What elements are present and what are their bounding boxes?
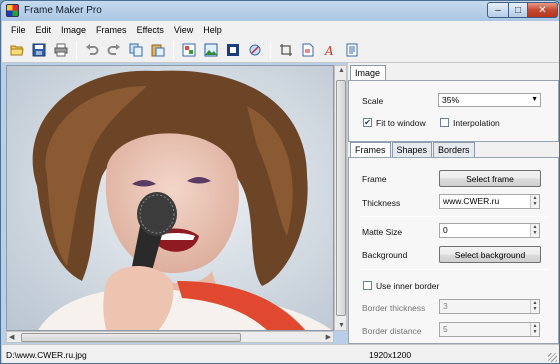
border-distance-spinner[interactable]: 5 ▲ ▼	[439, 322, 540, 337]
menu-help[interactable]: Help	[198, 25, 227, 35]
settings-panel: Image Scale 35% ▼ ✔ Fit to window Interp…	[348, 63, 559, 344]
scroll-up-icon[interactable]: ▲	[338, 67, 345, 74]
fit-to-window-checkbox[interactable]: ✔	[363, 118, 372, 127]
menu-edit[interactable]: Edit	[31, 25, 57, 35]
maximize-button[interactable]: □	[508, 2, 528, 18]
toolbar-separator	[270, 41, 271, 59]
image-canvas[interactable]	[6, 65, 334, 331]
thickness-value: www.CWER.ru	[443, 196, 500, 206]
menu-image[interactable]: Image	[56, 25, 91, 35]
window-title: Frame Maker Pro	[24, 5, 102, 16]
background-label: Background	[362, 250, 408, 260]
scroll-right-icon[interactable]: ▶	[326, 333, 331, 341]
horizontal-scroll-thumb[interactable]	[21, 333, 241, 342]
frame-icon[interactable]	[222, 40, 244, 60]
print-icon[interactable]	[50, 40, 72, 60]
scale-value: 35%	[442, 95, 460, 105]
select-frame-button[interactable]: Select frame	[439, 170, 541, 187]
image-settings: Scale 35% ▼ ✔ Fit to window Interpolatio…	[348, 80, 559, 142]
paste-icon[interactable]	[147, 40, 169, 60]
frames-tabbar: Frames Shapes Borders	[350, 142, 476, 159]
frame-label: Frame	[362, 174, 387, 184]
redo-icon[interactable]	[103, 40, 125, 60]
save-icon[interactable]	[28, 40, 50, 60]
crop-icon[interactable]	[275, 40, 297, 60]
tab-shapes[interactable]: Shapes	[391, 142, 433, 158]
svg-text:A: A	[324, 44, 334, 57]
border-thickness-label: Border thickness	[362, 303, 426, 313]
spinner-arrows-icon[interactable]: ▲ ▼	[530, 300, 539, 313]
matte-size-value: 0	[443, 225, 448, 235]
border-distance-value: 5	[443, 324, 448, 334]
app-window: Frame Maker Pro – □ ✕ File Edit Image Fr…	[0, 0, 560, 364]
picture-icon[interactable]	[200, 40, 222, 60]
menu-file[interactable]: File	[6, 25, 31, 35]
use-inner-border-label: Use inner border	[376, 281, 440, 291]
toolbar: A	[2, 38, 559, 63]
undo-icon[interactable]	[81, 40, 103, 60]
vertical-scrollbar[interactable]: ▲ ▼	[334, 65, 347, 331]
menu-view[interactable]: View	[169, 25, 198, 35]
text-icon[interactable]: A	[319, 40, 341, 60]
thickness-spinner[interactable]: www.CWER.ru ▲ ▼	[439, 194, 540, 209]
toolbar-separator	[173, 41, 174, 59]
border-thickness-value: 3	[443, 301, 448, 311]
shape-icon[interactable]	[244, 40, 266, 60]
spinner-arrows-icon[interactable]: ▲ ▼	[530, 224, 539, 237]
minimize-button[interactable]: –	[487, 2, 509, 18]
use-inner-border-checkbox[interactable]	[363, 281, 372, 290]
toolbar-separator	[76, 41, 77, 59]
scale-label: Scale	[362, 96, 384, 106]
status-file-path: D:\www.CWER.ru.jpg	[6, 350, 87, 360]
divider	[359, 216, 549, 217]
menu-effects[interactable]: Effects	[132, 25, 169, 35]
page-icon[interactable]	[341, 40, 363, 60]
image-icon[interactable]	[178, 40, 200, 60]
title-bar[interactable]: Frame Maker Pro – □ ✕	[1, 1, 559, 21]
divider	[359, 269, 549, 270]
matte-size-spinner[interactable]: 0 ▲ ▼	[439, 223, 540, 238]
scale-select[interactable]: 35% ▼	[438, 93, 541, 107]
menu-frames[interactable]: Frames	[91, 25, 132, 35]
chevron-down-icon: ▼	[531, 96, 538, 103]
open-icon[interactable]	[6, 40, 28, 60]
scroll-left-icon[interactable]: ◀	[9, 333, 14, 341]
fit-to-window-label: Fit to window	[376, 118, 426, 128]
copy-icon[interactable]	[125, 40, 147, 60]
horizontal-scrollbar[interactable]: ◀ ▶	[6, 331, 334, 343]
frames-settings: Frame Select frame Thickness www.CWER.ru…	[348, 157, 559, 344]
select-background-button[interactable]: Select background	[439, 246, 541, 263]
thickness-label: Thickness	[362, 198, 401, 208]
border-thickness-spinner[interactable]: 3 ▲ ▼	[439, 299, 540, 314]
vertical-scroll-thumb[interactable]	[336, 80, 346, 316]
tab-borders[interactable]: Borders	[433, 142, 475, 158]
app-logo-icon	[6, 4, 19, 17]
spinner-arrows-icon[interactable]: ▲ ▼	[530, 195, 539, 208]
spinner-arrows-icon[interactable]: ▲ ▼	[530, 323, 539, 336]
status-bar: D:\www.CWER.ru.jpg 1920x1200	[2, 344, 559, 363]
border-distance-label: Border distance	[362, 326, 422, 336]
status-dimensions: 1920x1200	[369, 350, 412, 360]
matte-size-label: Matte Size	[362, 227, 403, 237]
menu-bar: File Edit Image Frames Effects View Help	[2, 21, 559, 38]
resize-grip-icon[interactable]	[548, 353, 557, 362]
close-button[interactable]: ✕	[527, 2, 558, 18]
photo-preview	[7, 66, 333, 330]
tab-image[interactable]: Image	[350, 65, 386, 80]
scroll-down-icon[interactable]: ▼	[338, 322, 345, 329]
document-icon[interactable]	[297, 40, 319, 60]
interpolation-label: Interpolation	[453, 118, 500, 128]
interpolation-checkbox[interactable]	[440, 118, 449, 127]
